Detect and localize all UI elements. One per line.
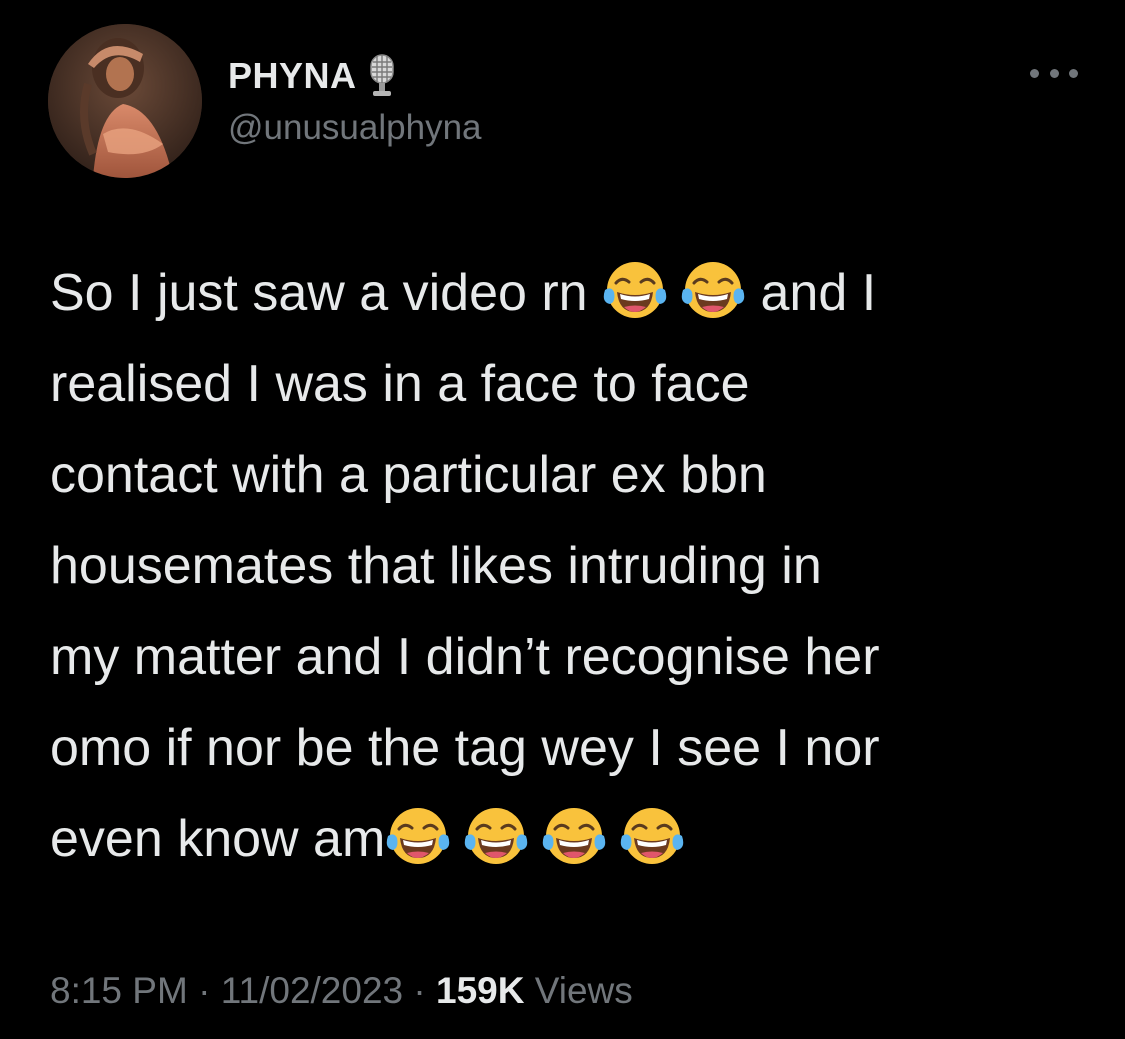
microphone-icon xyxy=(363,53,401,99)
tweet-text-line: So I just saw a video rn and I xyxy=(50,248,1090,339)
tweet-time[interactable]: 8:15 PM xyxy=(50,970,188,1011)
author-display-name[interactable]: PHYNA xyxy=(228,55,357,97)
tweet-text-segment: and I xyxy=(746,264,877,322)
more-dot xyxy=(1030,68,1039,78)
author-name-row[interactable]: PHYNA xyxy=(228,54,401,98)
tweet-date[interactable]: 11/02/2023 xyxy=(221,970,403,1011)
tweet-text-segment: omo if nor be the tag wey I see I nor xyxy=(50,719,880,777)
tweet-text-line: contact with a particular ex bbn xyxy=(50,430,1090,521)
tweet-text-segment: even know am xyxy=(50,810,386,868)
more-dot xyxy=(1069,68,1078,78)
tweet-text-line: omo if nor be the tag wey I see I nor xyxy=(50,703,1090,794)
meta-separator: · xyxy=(413,970,426,1011)
meta-separator: · xyxy=(198,970,211,1011)
face-with-tears-of-joy-icon xyxy=(619,802,685,868)
face-with-tears-of-joy-icon xyxy=(541,802,607,868)
tweet-text-segment: housemates that likes intruding in xyxy=(50,537,822,595)
tweet-text-line: realised I was in a face to face xyxy=(50,339,1090,430)
avatar[interactable] xyxy=(48,24,202,178)
tweet-text-segment: So I just saw a video rn xyxy=(50,264,603,322)
tweet: PHYNA @unusualphyna So I just saw a vide… xyxy=(0,0,1125,1039)
tweet-meta: 8:15 PM · 11/02/2023 · 159K Views xyxy=(50,970,633,1012)
tweet-text-segment: realised I was in a face to face xyxy=(50,355,750,413)
more-dot xyxy=(1049,68,1059,78)
tweet-text-segment: contact with a particular ex bbn xyxy=(50,446,767,504)
face-with-tears-of-joy-icon xyxy=(385,802,451,868)
face-with-tears-of-joy-icon xyxy=(463,802,529,868)
views-label: Views xyxy=(534,970,633,1011)
tweet-text-segment: my matter and I didn’t recognise her xyxy=(50,628,880,686)
tweet-text-line: housemates that likes intruding in xyxy=(50,521,1090,612)
author-handle[interactable]: @unusualphyna xyxy=(228,108,482,148)
tweet-text-line: my matter and I didn’t recognise her xyxy=(50,612,1090,703)
avatar-photo xyxy=(48,24,202,178)
views-count[interactable]: 159K xyxy=(436,970,524,1011)
face-with-tears-of-joy-icon xyxy=(602,256,668,322)
face-with-tears-of-joy-icon xyxy=(680,256,746,322)
tweet-text-line: even know am xyxy=(50,794,1090,885)
tweet-text: So I just saw a video rn and I realised I… xyxy=(50,248,1090,885)
more-options-icon[interactable] xyxy=(1030,58,1078,88)
